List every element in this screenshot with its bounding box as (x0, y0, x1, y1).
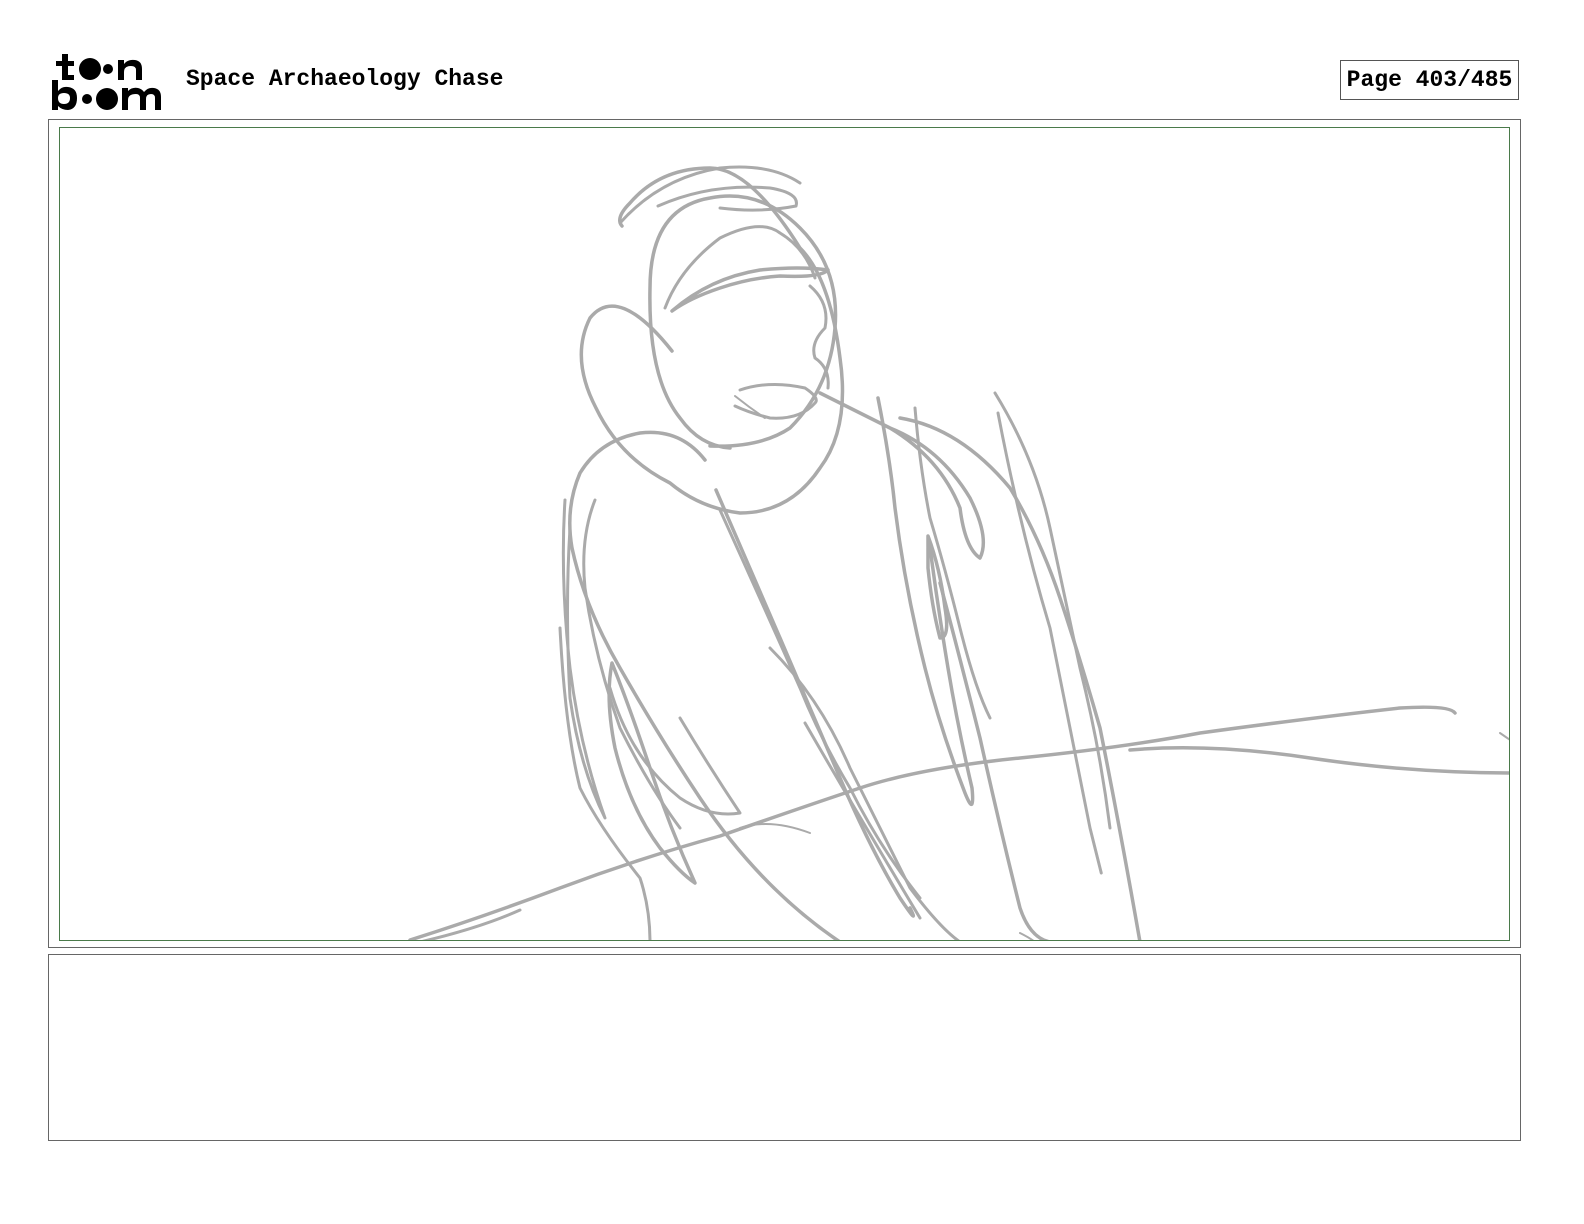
page-indicator: Page 403/485 (1340, 60, 1519, 100)
rough-pencil-sketch-icon (408, 165, 1509, 940)
project-title: Space Archaeology Chase (186, 66, 504, 92)
panel-notes-box[interactable] (48, 954, 1521, 1141)
toon-boom-logo-icon (50, 50, 165, 112)
storyboard-panel-image[interactable] (59, 127, 1510, 941)
